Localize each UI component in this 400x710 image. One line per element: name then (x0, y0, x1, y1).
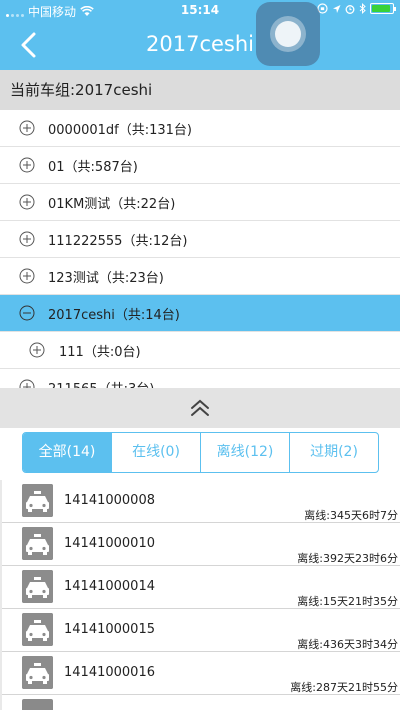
vehicle-row[interactable]: 14141000015 离线:436天3时34分 (0, 609, 400, 652)
vehicle-status: 离线:287天21时55分 (290, 681, 398, 694)
vehicle-plate: 14141000010 (64, 536, 155, 551)
taxi-icon (22, 613, 53, 646)
tree-item[interactable]: 0000001df（共:131台) (0, 110, 400, 147)
app-screen: 中国移动 15:14 2017ceshi 当前车组:2017ceshi 0000… (0, 0, 400, 710)
plus-circle-icon[interactable] (19, 268, 35, 284)
double-chevron-up-icon (191, 399, 209, 416)
vehicle-row-partial[interactable] (0, 695, 400, 710)
tab-expired[interactable]: 过期(2) (290, 433, 378, 472)
tree-item-label: 0000001df（共:131台) (48, 122, 192, 138)
plus-circle-icon[interactable] (19, 231, 35, 247)
vehicle-status: 离线:345天6时7分 (304, 509, 398, 522)
plus-circle-icon[interactable] (19, 157, 35, 173)
tab-offline[interactable]: 离线(12) (201, 433, 290, 472)
current-group-label: 当前车组:2017ceshi (0, 70, 400, 110)
taxi-icon (22, 699, 53, 710)
tab-all[interactable]: 全部(14) (23, 433, 112, 472)
plus-circle-icon[interactable] (29, 342, 45, 358)
vehicle-row[interactable]: 14141000014 离线:15天21时35分 (0, 566, 400, 609)
nav-bar: 2017ceshi (0, 22, 400, 70)
taxi-icon (22, 570, 53, 603)
vehicle-list: 14141000008 离线:345天6时7分 14141000010 离线:3… (0, 480, 400, 710)
minus-circle-icon[interactable] (19, 305, 35, 321)
vehicle-plate: 14141000015 (64, 622, 155, 637)
plus-circle-icon[interactable] (19, 120, 35, 136)
collapse-handle[interactable] (0, 388, 400, 428)
tree-item[interactable]: 123测试（共:23台) (0, 258, 400, 295)
vehicle-row[interactable]: 14141000008 离线:345天6时7分 (0, 480, 400, 523)
vehicle-plate: 14141000016 (64, 665, 155, 680)
plus-circle-icon[interactable] (19, 379, 35, 388)
vehicle-status: 离线:15天21时35分 (297, 595, 398, 608)
vehicle-status: 离线:436天3时34分 (297, 638, 398, 651)
taxi-icon (22, 527, 53, 560)
tree-item-label: 111222555（共:12台) (48, 233, 188, 249)
tree-item[interactable]: 211565（共:3台) (0, 369, 400, 388)
vehicle-status: 离线:392天23时6分 (297, 552, 398, 565)
status-tabs: 全部(14) 在线(0) 离线(12) 过期(2) (22, 432, 379, 473)
tree-item-label: 123测试（共:23台) (48, 270, 164, 286)
tree-item-label: 01KM测试（共:22台) (48, 196, 176, 212)
taxi-icon (22, 656, 53, 689)
tree-item-label: 2017ceshi（共:14台) (48, 307, 180, 323)
vehicle-plate: 14141000014 (64, 579, 155, 594)
bluetooth-icon (359, 3, 366, 14)
tree-item-label: 111（共:0台) (59, 344, 141, 360)
group-tree: 0000001df（共:131台) 01（共:587台) 01KM测试（共:22… (0, 110, 400, 388)
vehicle-row[interactable]: 14141000016 离线:287天21时55分 (0, 652, 400, 695)
tree-child-item[interactable]: 111（共:0台) (0, 332, 400, 369)
tab-online[interactable]: 在线(0) (112, 433, 201, 472)
battery-icon (370, 3, 396, 14)
tree-item-label: 01（共:587台) (48, 159, 138, 175)
tree-item[interactable]: 111222555（共:12台) (0, 221, 400, 258)
vehicle-plate: 14141000008 (64, 493, 155, 508)
tree-item[interactable]: 01（共:587台) (0, 147, 400, 184)
assistive-touch-button[interactable] (256, 2, 320, 66)
header: 中国移动 15:14 2017ceshi (0, 0, 400, 70)
page-title: 2017ceshi (146, 32, 254, 56)
location-icon (333, 4, 341, 13)
plus-circle-icon[interactable] (19, 194, 35, 210)
alarm-icon (345, 4, 355, 14)
taxi-icon (22, 484, 53, 517)
tree-item-label: 211565（共:3台) (48, 378, 154, 389)
tree-item[interactable]: 01KM测试（共:22台) (0, 184, 400, 221)
status-bar: 中国移动 15:14 (0, 0, 400, 22)
vehicle-row[interactable]: 14141000010 离线:392天23时6分 (0, 523, 400, 566)
tree-item-selected[interactable]: 2017ceshi（共:14台) (0, 295, 400, 332)
status-right (317, 3, 396, 14)
